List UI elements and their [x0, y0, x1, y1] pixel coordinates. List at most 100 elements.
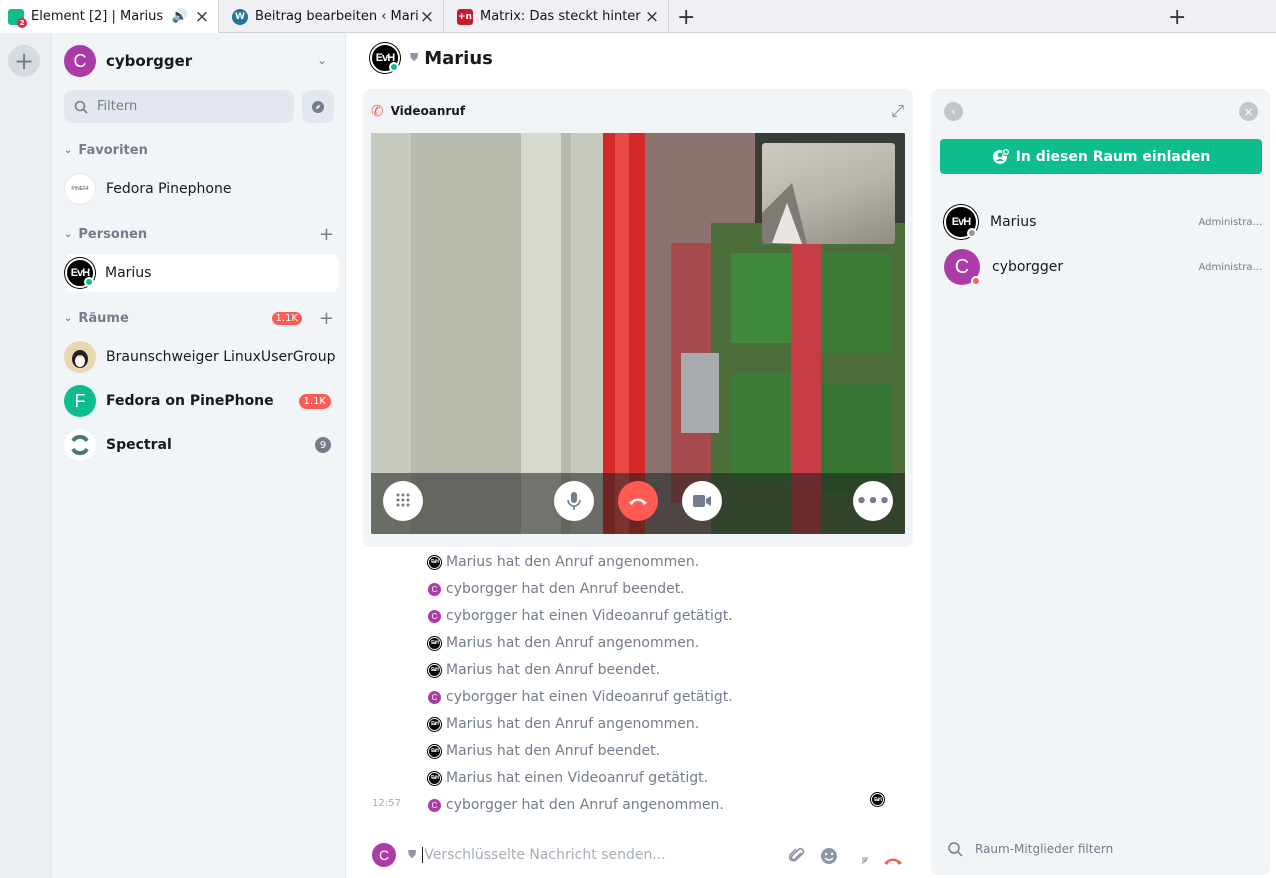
room-item-braunschweiger[interactable]: Braunschweiger LinuxUserGroup: [64, 338, 339, 376]
timeline-event: EvH Marius hat den Anruf beendet.: [428, 662, 660, 678]
dialpad-icon: [396, 493, 410, 507]
heise-icon: +n: [457, 8, 473, 25]
timeline-event: Ccyborgger hat einen Videoanruf getätigt…: [428, 608, 733, 624]
avatar[interactable]: EvH: [428, 744, 441, 758]
close-tab-icon[interactable]: ×: [419, 7, 435, 27]
create-space-button[interactable]: +: [8, 45, 40, 77]
timeline-event: EvH Marius hat den Anruf beendet.: [428, 743, 660, 759]
emoji-icon[interactable]: [820, 847, 838, 869]
avatar: C: [372, 843, 396, 867]
section-favorites[interactable]: ⌄ Favoriten: [64, 143, 334, 158]
close-icon: ×: [1243, 104, 1254, 119]
online-indicator: [389, 62, 399, 72]
member-item-marius[interactable]: EvH Marius Administra...: [944, 205, 1262, 239]
search-icon: [948, 842, 963, 857]
room-title[interactable]: Marius: [424, 48, 493, 69]
microphone-icon: [567, 492, 581, 510]
online-indicator: [84, 277, 94, 287]
member-filter-input[interactable]: Raum-Mitglieder filtern: [947, 841, 1113, 857]
speaker-icon[interactable]: 🔊: [172, 9, 188, 24]
tab-element[interactable]: 2 Element [2] | Marius 🔊 ×: [0, 0, 219, 33]
unread-count-badge: 1.1K: [271, 312, 302, 325]
close-panel-button[interactable]: ×: [1239, 102, 1258, 121]
event-text: cyborgger hat einen Videoanruf getätigt.: [446, 608, 733, 624]
remote-video: •••: [371, 133, 905, 534]
avatar[interactable]: C: [428, 798, 441, 812]
room-item-spectral[interactable]: Spectral 9: [64, 426, 339, 464]
chevron-down-icon: ⌄: [64, 229, 73, 240]
tab-title: Beitrag bearbeiten ‹ Mariu: [255, 9, 419, 24]
chevron-left-icon: ‹: [951, 105, 956, 118]
event-text: cyborgger hat den Anruf angenommen.: [446, 797, 724, 813]
camera-button[interactable]: [682, 481, 722, 521]
explore-rooms-button[interactable]: [302, 90, 334, 123]
event-text: Marius hat den Anruf angenommen.: [446, 716, 700, 732]
new-tab-button-right[interactable]: +: [1168, 5, 1186, 30]
user-name: cyborgger: [106, 52, 193, 70]
timeline-event: EvH Marius hat einen Videoanruf getätigt.: [428, 770, 708, 786]
read-receipt-avatar[interactable]: EvH: [871, 793, 884, 806]
phone-icon: ✆: [371, 102, 384, 120]
section-people[interactable]: ⌄ Personen +: [64, 224, 334, 245]
tab-wordpress[interactable]: W Beitrag bearbeiten ‹ Mariu ×: [224, 0, 444, 33]
tab-heise[interactable]: +n Matrix: Das steckt hinter d ×: [449, 0, 669, 33]
shield-badge-icon: [967, 228, 977, 238]
unread-count-badge: 1.1K: [298, 393, 331, 409]
dialpad-button[interactable]: [383, 481, 423, 521]
tab-title: Element [2] | Marius: [31, 9, 164, 24]
close-tab-icon[interactable]: ×: [194, 7, 210, 27]
timestamp: 12:57: [372, 798, 401, 809]
avatar[interactable]: EvH: [428, 663, 441, 677]
avatar[interactable]: EvH: [428, 555, 441, 569]
room-avatar[interactable]: EvH: [370, 43, 400, 73]
chevron-down-icon: ⌄: [64, 145, 73, 156]
section-rooms[interactable]: ⌄ Räume 1.1K +: [64, 308, 334, 329]
room-list-panel: C cyborgger ⌄ Filtern ⌄ Favoriten PINE64…: [52, 33, 346, 878]
camera-icon: [693, 495, 711, 507]
microphone-button[interactable]: [554, 481, 594, 521]
compass-icon: [312, 100, 324, 113]
member-item-cyborgger[interactable]: C cyborgger Administra...: [944, 249, 1262, 286]
room-item-fedora-pinephone[interactable]: PINE64 Fedora Pinephone: [64, 170, 339, 208]
room-header: EvH ⛊ Marius: [370, 43, 493, 73]
room-item-fedora-on-pinephone[interactable]: F Fedora on PinePhone 1.1K: [64, 382, 339, 420]
avatar[interactable]: C: [428, 609, 441, 623]
add-room-button[interactable]: +: [319, 308, 334, 329]
sticker-icon[interactable]: [851, 847, 869, 869]
call-view: ✆ Videoanruf ⤢ •••: [363, 89, 913, 547]
call-header: ✆ Videoanruf: [371, 102, 466, 120]
warning-shield-icon: [971, 276, 981, 286]
shield-icon: ⛊: [408, 848, 417, 861]
hangup-icon[interactable]: [882, 851, 904, 870]
avatar[interactable]: EvH: [428, 636, 441, 650]
timeline-event: EvH Marius hat den Anruf angenommen.: [428, 635, 699, 651]
message-input[interactable]: Verschlüsselte Nachricht senden...: [422, 847, 666, 863]
close-tab-icon[interactable]: ×: [644, 7, 660, 27]
invite-button[interactable]: In diesen Raum einladen: [940, 139, 1262, 174]
room-filter-input[interactable]: Filtern: [64, 90, 294, 123]
search-icon: [74, 100, 88, 114]
event-text: Marius hat den Anruf angenommen.: [446, 554, 700, 570]
expand-icon[interactable]: ⤢: [891, 101, 904, 121]
avatar[interactable]: EvH: [428, 771, 441, 785]
back-button[interactable]: ‹: [944, 102, 963, 121]
new-tab-button[interactable]: +: [677, 5, 695, 30]
avatar[interactable]: C: [428, 690, 441, 704]
more-options-button[interactable]: •••: [853, 481, 893, 521]
event-text: cyborgger hat einen Videoanruf getätigt.: [446, 689, 733, 705]
chevron-down-icon[interactable]: ⌄: [317, 53, 327, 67]
local-video-preview[interactable]: [762, 143, 895, 244]
right-panel: ‹ × In diesen Raum einladen EvH Marius A…: [930, 33, 1276, 878]
avatar[interactable]: C: [428, 582, 441, 596]
timeline-event: Ccyborgger hat den Anruf beendet.: [428, 581, 685, 597]
add-person-button[interactable]: +: [319, 224, 334, 245]
power-level: Administra...: [1198, 216, 1262, 228]
browser-tab-bar: 2 Element [2] | Marius 🔊 × W Beitrag bea…: [0, 0, 1276, 33]
spectral-avatar: [64, 429, 96, 461]
attachment-icon[interactable]: [788, 847, 806, 869]
avatar[interactable]: EvH: [428, 717, 441, 731]
hangup-button[interactable]: [618, 481, 658, 521]
user-menu[interactable]: C cyborgger: [64, 45, 192, 77]
room-item-marius[interactable]: EvH Marius: [64, 254, 339, 292]
chevron-down-icon: ⌄: [64, 313, 73, 324]
